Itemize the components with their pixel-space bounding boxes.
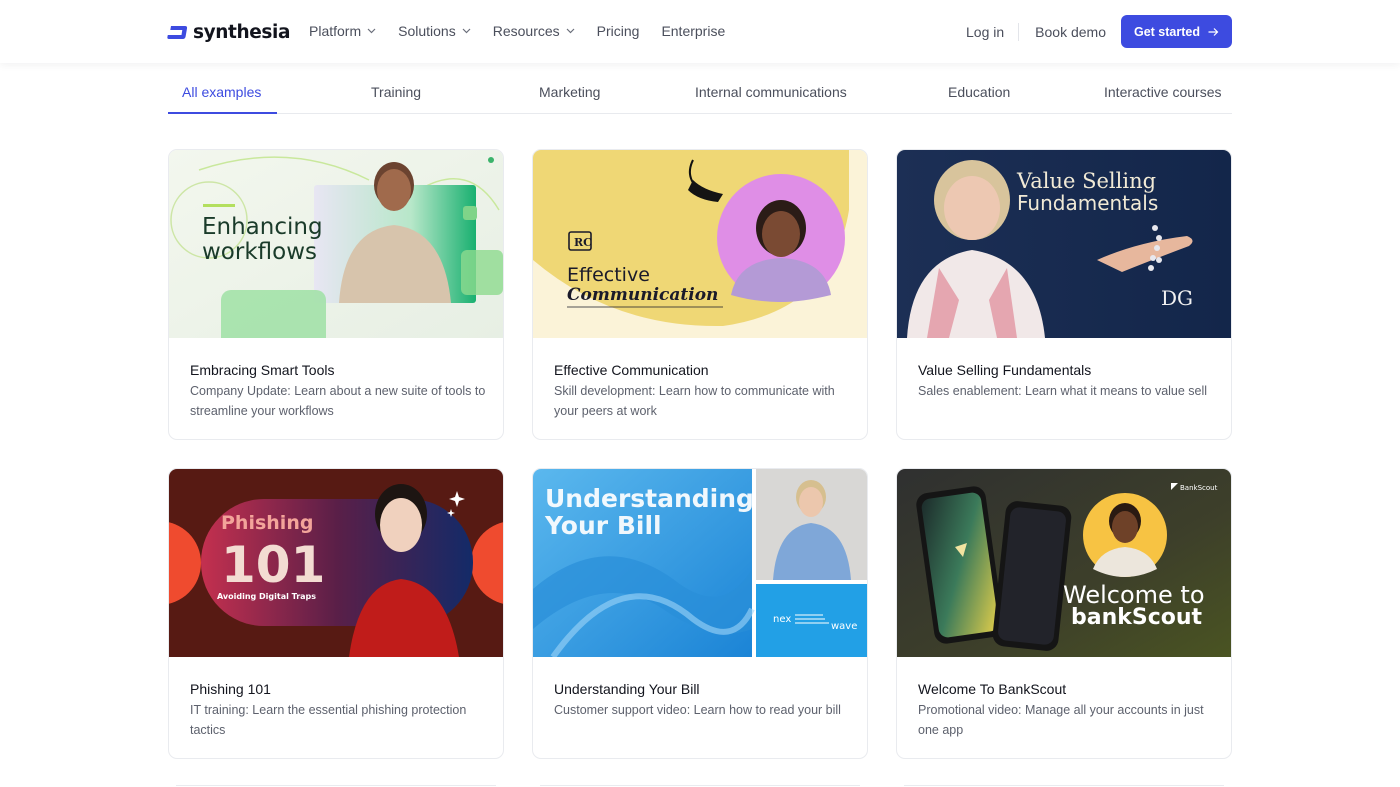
thumb-brand-b: wave xyxy=(831,621,857,632)
video-thumbnail[interactable]: RC Effective Communication xyxy=(533,150,867,338)
tab-education[interactable]: Education xyxy=(948,72,1010,113)
arrow-right-icon xyxy=(1208,27,1219,36)
tab-label: Interactive courses xyxy=(1104,84,1222,100)
nav-pricing-label: Pricing xyxy=(596,23,640,39)
thumbnail-graphic: Phishing 101 Avoiding Digital Traps xyxy=(169,469,503,657)
thumb-line2: Fundamentals xyxy=(1017,191,1158,215)
thumbnail-graphic: Value Selling Fundamentals DG xyxy=(897,150,1231,338)
thumb-badge: DG xyxy=(1161,286,1193,310)
site-header: synthesia Platform Solutions Resources P… xyxy=(0,0,1400,63)
synthesia-logo[interactable]: synthesia xyxy=(167,19,290,45)
card-description: IT training: Learn the essential phishin… xyxy=(190,703,467,737)
video-thumbnail[interactable]: Enhancing workflows xyxy=(169,150,503,338)
card-description: Promotional video: Manage all your accou… xyxy=(918,703,1204,737)
thumb-brand-a: nex xyxy=(773,614,791,625)
nav-resources[interactable]: Resources xyxy=(493,21,575,41)
thumb-line3: Avoiding Digital Traps xyxy=(217,592,316,601)
thumb-line2: bankScout xyxy=(1071,605,1203,630)
header-actions: Log in Book demo Get started xyxy=(966,15,1232,48)
tab-marketing[interactable]: Marketing xyxy=(539,72,600,113)
nav-enterprise[interactable]: Enterprise xyxy=(661,21,725,41)
chevron-down-icon xyxy=(462,28,471,34)
book-demo-link[interactable]: Book demo xyxy=(1035,24,1106,40)
card-description: Company Update: Learn about a new suite … xyxy=(190,384,486,418)
get-started-button[interactable]: Get started xyxy=(1121,15,1232,48)
chevron-down-icon xyxy=(367,28,376,34)
card-description: Customer support video: Learn how to rea… xyxy=(554,703,841,717)
card-title: Embracing Smart Tools xyxy=(190,362,335,378)
example-card-welcome-to-bankscout[interactable]: BankScout Welcome to bankScout Welcome T… xyxy=(896,468,1232,759)
video-thumbnail[interactable]: Value Selling Fundamentals DG xyxy=(897,150,1231,338)
thumb-line1: Understanding xyxy=(545,484,754,513)
tab-label: All examples xyxy=(182,84,262,100)
thumbnail-graphic: Enhancing workflows xyxy=(169,150,503,338)
chevron-down-icon xyxy=(566,28,575,34)
main-nav: Platform Solutions Resources Pricing Ent… xyxy=(309,21,747,41)
thumb-line1: Phishing xyxy=(221,512,313,534)
tab-all-examples[interactable]: All examples xyxy=(168,72,277,114)
card-title: Understanding Your Bill xyxy=(554,681,700,697)
nav-platform-label: Platform xyxy=(309,23,362,39)
thumb-line1: Enhancing xyxy=(202,214,323,240)
tab-label: Internal communications xyxy=(695,84,847,100)
example-card-effective-communication[interactable]: RC Effective Communication Effective Com… xyxy=(532,149,868,440)
nav-enterprise-label: Enterprise xyxy=(661,23,726,39)
example-card-phishing-101[interactable]: Phishing 101 Avoiding Digital Traps Phis… xyxy=(168,468,504,759)
card-description: Sales enablement: Learn what it means to… xyxy=(918,384,1208,398)
card-title: Phishing 101 xyxy=(190,681,271,697)
divider xyxy=(1018,22,1020,41)
tab-internal-communications[interactable]: Internal communications xyxy=(695,72,847,113)
example-card-embracing-smart-tools[interactable]: Enhancing workflows Embracing Smart Tool… xyxy=(168,149,504,440)
thumb-line2: workflows xyxy=(202,239,317,265)
nav-platform[interactable]: Platform xyxy=(309,21,376,41)
video-thumbnail[interactable]: BankScout Welcome to bankScout xyxy=(897,469,1231,657)
thumb-brand: BankScout xyxy=(1180,484,1218,492)
nav-solutions[interactable]: Solutions xyxy=(398,21,471,41)
video-thumbnail[interactable]: Phishing 101 Avoiding Digital Traps xyxy=(169,469,503,657)
thumbnail-graphic: BankScout Welcome to bankScout xyxy=(897,469,1231,657)
nav-solutions-label: Solutions xyxy=(398,23,456,39)
thumb-line2: Communication xyxy=(567,285,718,305)
video-thumbnail[interactable]: nex wave Understanding Your Bill xyxy=(533,469,867,657)
card-title: Effective Communication xyxy=(554,362,709,378)
card-title: Welcome To BankScout xyxy=(918,681,1067,697)
get-started-label: Get started xyxy=(1134,24,1200,39)
tab-interactive-courses[interactable]: Interactive courses xyxy=(1104,72,1222,113)
tab-label: Education xyxy=(948,84,1011,100)
thumb-line1: Value Selling xyxy=(1016,169,1156,193)
thumb-line2: 101 xyxy=(221,536,325,594)
example-card-understanding-your-bill[interactable]: nex wave Understanding Your Bill Underst… xyxy=(532,468,868,759)
example-card-value-selling-fundamentals[interactable]: Value Selling Fundamentals DG Value Sell… xyxy=(896,149,1232,440)
thumb-line2: Your Bill xyxy=(544,511,662,540)
thumb-badge: RC xyxy=(574,236,592,249)
nav-resources-label: Resources xyxy=(492,23,560,39)
login-link[interactable]: Log in xyxy=(966,24,1018,40)
nav-pricing[interactable]: Pricing xyxy=(597,21,640,41)
thumb-line1: Effective xyxy=(567,264,650,286)
card-title: Value Selling Fundamentals xyxy=(918,362,1092,378)
thumbnail-graphic: nex wave Understanding Your Bill xyxy=(533,469,867,657)
tab-training[interactable]: Training xyxy=(371,72,421,113)
logo-wordmark: synthesia xyxy=(193,21,291,43)
card-description: Skill development: Learn how to communic… xyxy=(554,384,835,418)
thumbnail-graphic: RC Effective Communication xyxy=(533,150,867,338)
category-tabs: All examples Training Marketing Internal… xyxy=(168,72,1232,114)
synthesia-logo-icon xyxy=(167,25,188,39)
tab-label: Marketing xyxy=(539,84,601,100)
tab-label: Training xyxy=(371,84,422,100)
